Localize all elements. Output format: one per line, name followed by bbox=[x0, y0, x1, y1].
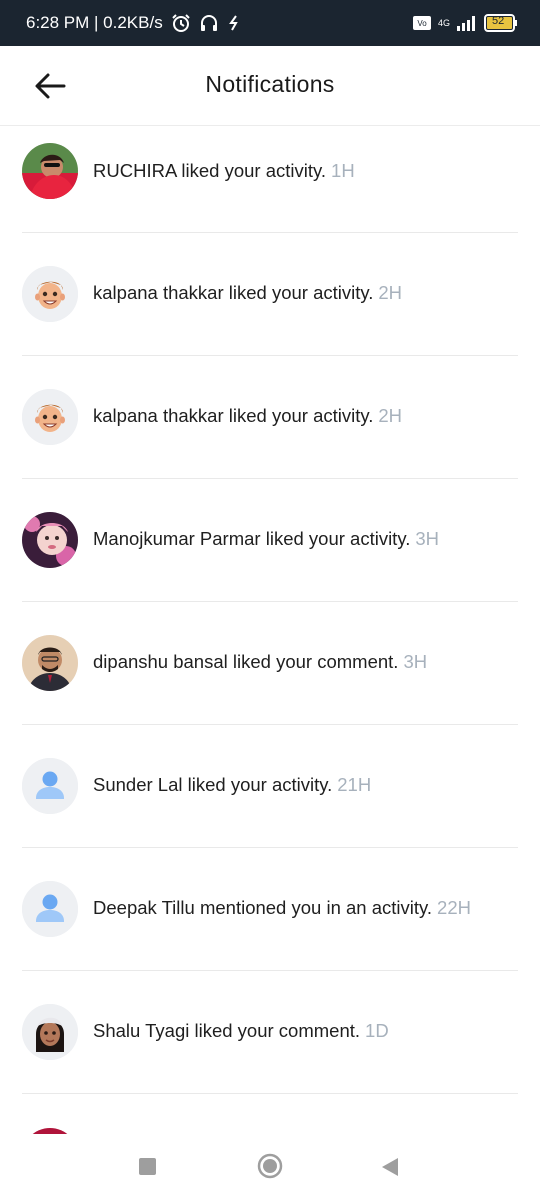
notification-action: liked your activity. bbox=[228, 405, 374, 426]
timestamp: 1D bbox=[365, 1020, 389, 1041]
back-nav-button[interactable] bbox=[380, 1156, 400, 1178]
notification-text: kalpana thakkar liked your activity. 2H bbox=[93, 282, 402, 304]
avatar[interactable] bbox=[22, 881, 78, 937]
timestamp: 3H bbox=[403, 651, 428, 672]
timestamp: 2H bbox=[378, 405, 403, 426]
notification-action: liked your comment. bbox=[194, 1020, 361, 1041]
user-name[interactable]: kalpana thakkar bbox=[93, 282, 224, 303]
notification-text: Shalu Tyagi liked your comment. 1D bbox=[93, 1020, 389, 1042]
notification-text: RUCHIRA liked your activity. 1H bbox=[93, 160, 355, 182]
alarm-icon bbox=[171, 13, 191, 33]
volte-icon: Vo bbox=[412, 15, 432, 31]
notification-item[interactable]: dipanshu bansal liked your comment. 3H bbox=[22, 602, 518, 725]
notification-action: liked your activity. bbox=[265, 528, 411, 549]
network-type: 4G bbox=[437, 18, 450, 28]
user-name[interactable]: Manojkumar Parmar bbox=[93, 528, 261, 549]
triangle-icon bbox=[382, 1158, 398, 1176]
sync-icon bbox=[227, 14, 241, 32]
notification-text: Deepak Tillu mentioned you in an activit… bbox=[93, 897, 471, 919]
avatar[interactable] bbox=[22, 266, 78, 322]
headphones-icon bbox=[199, 13, 219, 33]
notification-text: dipanshu bansal liked your comment. 3H bbox=[93, 651, 427, 673]
timestamp: 22H bbox=[437, 897, 471, 918]
circle-icon bbox=[257, 1153, 283, 1179]
notification-text: Sunder Lal liked your activity. 21H bbox=[93, 774, 371, 796]
system-nav-bar bbox=[0, 1134, 540, 1200]
notification-action: liked your comment. bbox=[232, 651, 399, 672]
notification-item[interactable]: kalpana thakkar liked your activity. 2H bbox=[22, 233, 518, 356]
battery-icon: 52 bbox=[484, 14, 518, 32]
page-title: Notifications bbox=[205, 71, 335, 97]
user-name[interactable]: Deepak Tillu bbox=[93, 897, 195, 918]
user-name[interactable]: Shalu Tyagi bbox=[93, 1020, 189, 1041]
notification-action: liked your activity. bbox=[181, 160, 327, 181]
notification-text: kalpana thakkar liked your activity. 2H bbox=[93, 405, 402, 427]
user-name[interactable]: dipanshu bansal bbox=[93, 651, 228, 672]
timestamp: 1H bbox=[331, 160, 355, 181]
avatar[interactable] bbox=[22, 1004, 78, 1060]
svg-text:Vo: Vo bbox=[417, 19, 427, 28]
square-icon bbox=[139, 1158, 156, 1175]
app-header: Notifications bbox=[0, 46, 540, 126]
home-button[interactable] bbox=[257, 1153, 283, 1179]
notification-list: RUCHIRA liked your activity. 1H kalpana th… bbox=[0, 126, 540, 1134]
recent-apps-button[interactable] bbox=[138, 1157, 158, 1177]
notification-action: mentioned you in an activity. bbox=[199, 897, 433, 918]
notification-action: liked your activity. bbox=[187, 774, 333, 795]
notification-item[interactable]: Shalu Tyagi liked your comment. 1D bbox=[22, 971, 518, 1094]
notification-text: Manojkumar Parmar liked your activity. 3H bbox=[93, 528, 439, 550]
notification-item[interactable]: Deepak Tillu mentioned you in an activit… bbox=[22, 848, 518, 971]
notification-item[interactable]: RUCHIRA liked your activity. 1H bbox=[22, 126, 518, 233]
avatar[interactable] bbox=[22, 143, 78, 199]
user-name[interactable]: Sunder Lal bbox=[93, 774, 182, 795]
notification-action: liked your activity. bbox=[228, 282, 374, 303]
status-bar: 6:28 PM | 0.2KB/s Vo 4G 52 bbox=[0, 0, 540, 46]
user-name[interactable]: kalpana thakkar bbox=[93, 405, 224, 426]
notification-item[interactable]: kalpana thakkar liked your activity. 2H bbox=[22, 356, 518, 479]
notification-item[interactable]: Sunder Lal liked your activity. 21H bbox=[22, 725, 518, 848]
status-time: 6:28 PM | 0.2KB/s bbox=[26, 13, 163, 32]
notification-item[interactable]: Manojkumar Parmar liked your activity. 3H bbox=[22, 479, 518, 602]
timestamp: 21H bbox=[337, 774, 372, 795]
timestamp: 2H bbox=[378, 282, 403, 303]
avatar[interactable] bbox=[22, 512, 78, 568]
signal-icon bbox=[456, 15, 478, 31]
avatar[interactable] bbox=[22, 635, 78, 691]
battery-level: 52 bbox=[492, 15, 505, 27]
avatar[interactable] bbox=[22, 758, 78, 814]
timestamp: 3H bbox=[415, 528, 439, 549]
user-name[interactable]: RUCHIRA bbox=[93, 160, 176, 181]
avatar[interactable] bbox=[22, 389, 78, 445]
